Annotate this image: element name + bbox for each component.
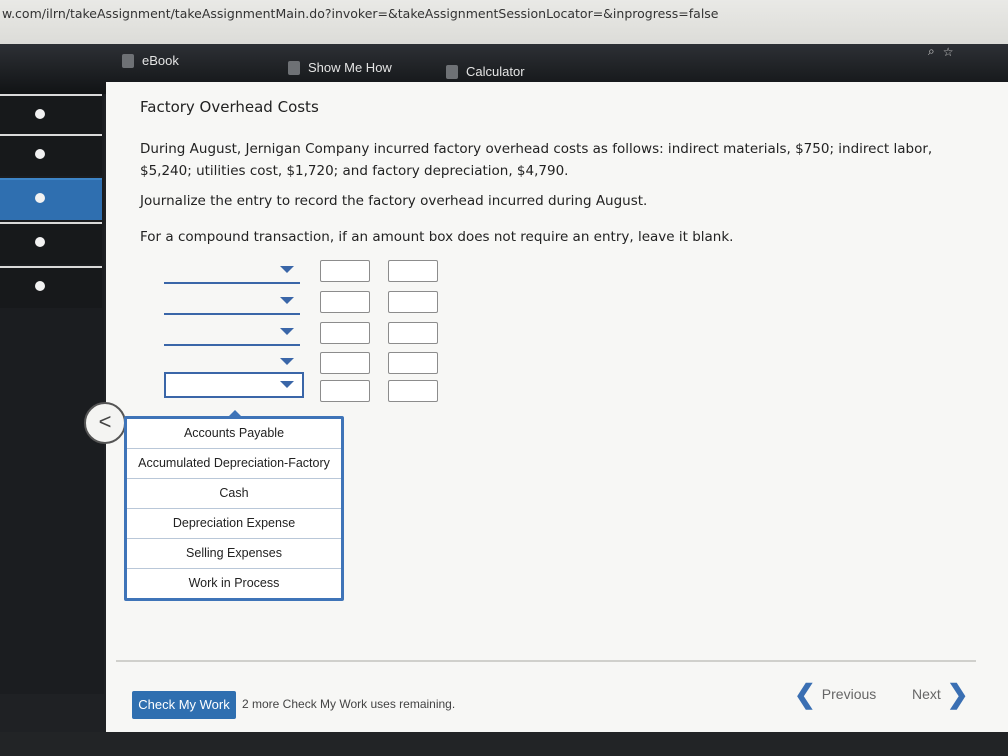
nav-item-3[interactable] bbox=[0, 178, 102, 220]
chevron-down-icon[interactable] bbox=[280, 358, 294, 365]
chevron-left-icon: < bbox=[98, 409, 112, 434]
ebook-button[interactable]: eBook bbox=[122, 53, 179, 68]
previous-label: Previous bbox=[821, 686, 877, 702]
debit-input[interactable] bbox=[320, 380, 370, 402]
show-me-how-button[interactable]: Show Me How bbox=[288, 60, 392, 75]
credit-input[interactable] bbox=[388, 260, 438, 282]
next-label: Next bbox=[912, 686, 941, 702]
previous-button[interactable]: ❮ Previous bbox=[794, 679, 877, 709]
browser-url-bar[interactable]: w.com/ilrn/takeAssignment/takeAssignment… bbox=[0, 0, 1008, 44]
debit-input[interactable] bbox=[320, 291, 370, 313]
problem-note: For a compound transaction, if an amount… bbox=[140, 229, 734, 245]
calculator-label: Calculator bbox=[466, 64, 525, 79]
problem-title: Factory Overhead Costs bbox=[140, 98, 319, 116]
show-me-how-label: Show Me How bbox=[308, 60, 392, 75]
problem-panel: Factory Overhead Costs During August, Je… bbox=[106, 82, 1008, 732]
zoom-icon[interactable]: ⌕ bbox=[928, 44, 935, 59]
url-text[interactable]: w.com/ilrn/takeAssignment/takeAssignment… bbox=[2, 6, 719, 21]
ebook-label: eBook bbox=[142, 53, 179, 68]
nav-item-5[interactable] bbox=[0, 266, 102, 308]
calculator-button[interactable]: Calculator bbox=[446, 64, 525, 79]
dropdown-option[interactable]: Work in Process bbox=[127, 569, 341, 598]
journal-row bbox=[164, 260, 454, 288]
debit-input[interactable] bbox=[320, 322, 370, 344]
credit-input[interactable] bbox=[388, 322, 438, 344]
chevron-down-icon[interactable] bbox=[280, 297, 294, 304]
calculator-icon bbox=[446, 64, 458, 79]
journal-row bbox=[164, 291, 454, 319]
account-dropdown-list: Accounts Payable Accumulated Depreciatio… bbox=[124, 410, 344, 601]
chevron-down-icon[interactable] bbox=[280, 266, 294, 273]
credit-input[interactable] bbox=[388, 291, 438, 313]
question-nav bbox=[0, 94, 104, 694]
check-my-work-button[interactable]: Check My Work bbox=[132, 691, 236, 719]
play-icon bbox=[288, 60, 300, 75]
status-dot bbox=[35, 237, 45, 247]
nav-item-2[interactable] bbox=[0, 134, 102, 176]
dropdown-option[interactable]: Depreciation Expense bbox=[127, 509, 341, 539]
book-icon bbox=[122, 53, 134, 68]
problem-statement: During August, Jernigan Company incurred… bbox=[140, 141, 933, 179]
chevron-down-icon[interactable] bbox=[280, 328, 294, 335]
star-icon[interactable]: ☆ bbox=[943, 45, 954, 59]
chevron-left-icon: ❮ bbox=[794, 679, 816, 709]
debit-input[interactable] bbox=[320, 260, 370, 282]
status-dot bbox=[35, 109, 45, 119]
chevron-right-icon: ❯ bbox=[946, 679, 969, 709]
credit-input[interactable] bbox=[388, 380, 438, 402]
dropdown-option[interactable]: Accounts Payable bbox=[127, 419, 341, 449]
chevron-down-icon[interactable] bbox=[280, 381, 294, 388]
journal-row bbox=[164, 322, 454, 350]
dropdown-option[interactable]: Cash bbox=[127, 479, 341, 509]
check-uses-remaining: 2 more Check My Work uses remaining. bbox=[242, 697, 456, 711]
problem-instruction: Journalize the entry to record the facto… bbox=[140, 193, 648, 209]
bottom-bezel bbox=[0, 732, 1008, 756]
browser-actions: ⌕ ☆ bbox=[928, 44, 954, 59]
next-button[interactable]: Next ❯ bbox=[912, 679, 969, 709]
dropdown-option[interactable]: Accumulated Depreciation-Factory bbox=[127, 449, 341, 479]
footer-divider bbox=[116, 660, 976, 662]
nav-item-1[interactable] bbox=[0, 94, 102, 136]
dropdown-option[interactable]: Selling Expenses bbox=[127, 539, 341, 569]
status-dot bbox=[35, 193, 45, 203]
nav-item-4[interactable] bbox=[0, 222, 102, 264]
debit-input[interactable] bbox=[320, 352, 370, 374]
status-dot bbox=[35, 281, 45, 291]
status-dot bbox=[35, 149, 45, 159]
credit-input[interactable] bbox=[388, 352, 438, 374]
journal-row bbox=[164, 372, 454, 402]
collapse-nav-button[interactable]: < bbox=[84, 402, 126, 444]
